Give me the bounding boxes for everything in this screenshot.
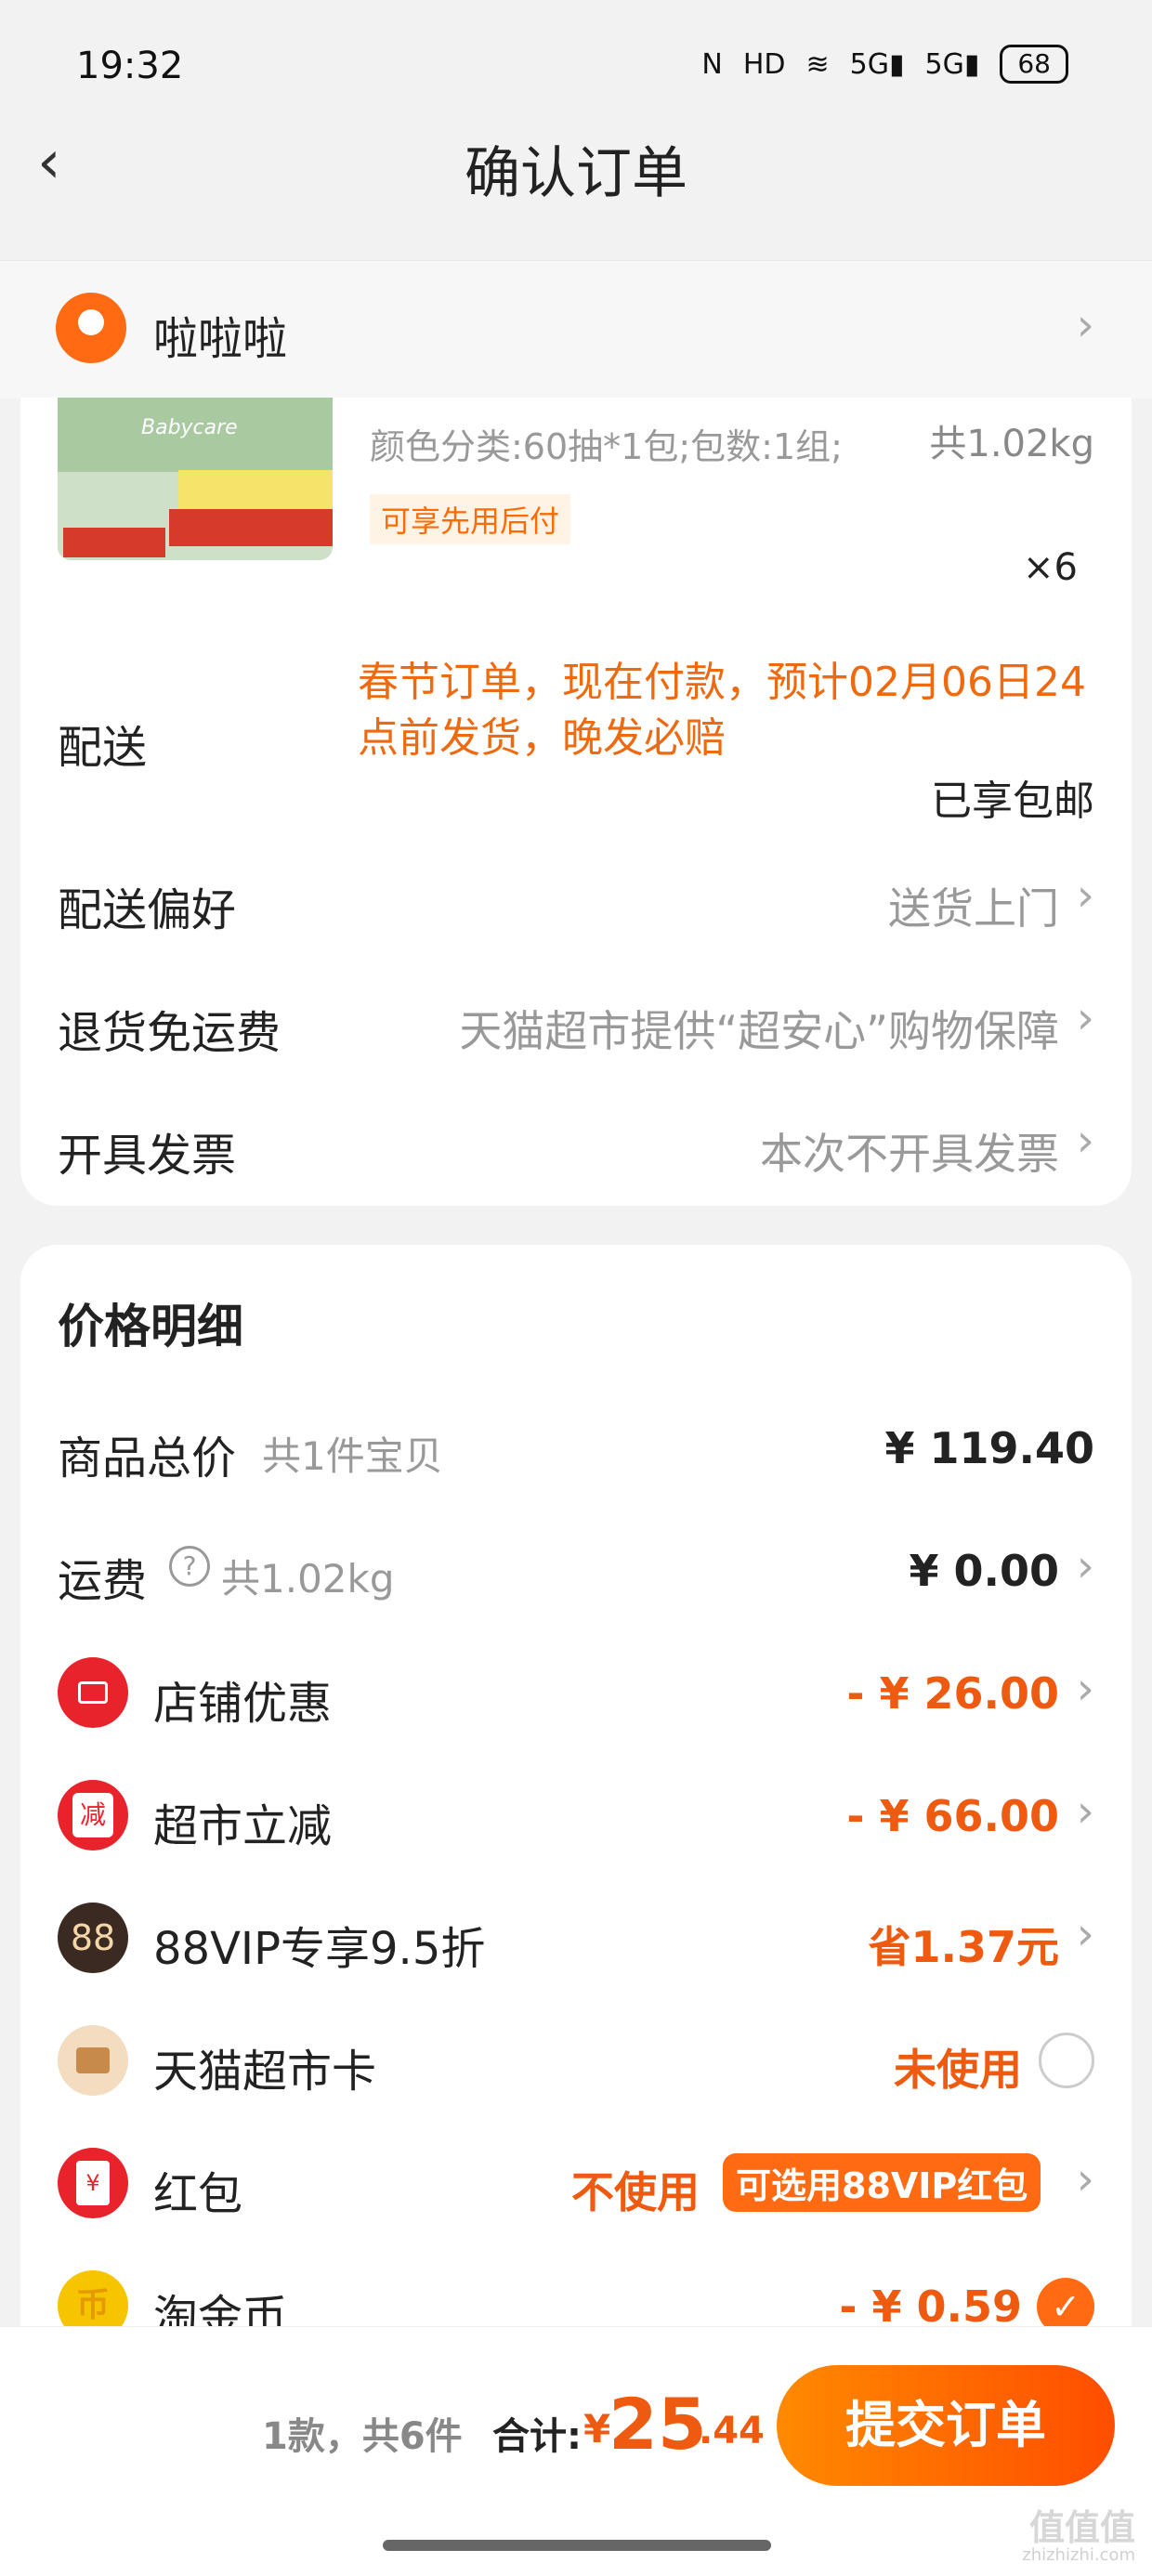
product-spec: 颜色分类:60抽*1包;包数:1组; (370, 426, 843, 467)
red-packet-label: 红包 (153, 2168, 243, 2220)
red-packet-icon: ¥ (58, 2148, 128, 2218)
currency-symbol: ¥ (583, 2406, 611, 2452)
price-detail-title: 价格明细 (58, 1300, 243, 1353)
total-amount-integer: 25 (609, 2383, 707, 2465)
product-weight: 共1.02kg (929, 423, 1094, 465)
discount-icon: 减 (58, 1780, 128, 1850)
battery-icon: 68 (1000, 45, 1068, 84)
wifi-icon: ≋ (805, 47, 830, 81)
status-icons: N HD ≋ 5G▮ 5G▮ 68 (701, 45, 1068, 84)
hd-icon: HD (742, 47, 786, 81)
red-packet-value: 不使用 (571, 2167, 700, 2217)
5g-signal-icon: 5G▮ (849, 47, 905, 81)
home-indicator[interactable] (383, 2540, 771, 2551)
gift-card-icon (58, 2025, 128, 2096)
market-cut-value[interactable]: - ¥ 66.00 (846, 1791, 1059, 1841)
goods-count: 共1件宝贝 (262, 1433, 443, 1479)
market-card-radio[interactable] (1039, 2033, 1094, 2088)
product-quantity: ×6 (1023, 546, 1078, 589)
product-image[interactable]: Babycare (58, 398, 333, 560)
shipping-weight: 共1.02kg (221, 1556, 395, 1602)
back-button[interactable]: ‹ (37, 130, 84, 195)
watermark-url: zhizhizhi.com (1022, 2545, 1135, 2565)
delivery-note: 春节订单，现在付款，预计02月06日24点前发货，晚发必赔 (358, 659, 1086, 762)
return-shipping-value[interactable]: 天猫超市提供“超安心”购物保障 (459, 998, 1059, 1059)
watermark-logo: 值值值 (1028, 2507, 1135, 2548)
vip-88-icon: 88 (58, 1903, 128, 1973)
total-amount-decimal: .44 (699, 2410, 765, 2452)
chevron-right-icon: › (1076, 1785, 1094, 1837)
submit-order-button[interactable]: 提交订单 (777, 2365, 1115, 2486)
goods-total-value: ¥ 119.40 (884, 1423, 1094, 1473)
chevron-right-icon: › (1076, 1115, 1094, 1167)
location-pin-icon (56, 293, 126, 363)
shipping-fee-label: 运费 (58, 1555, 148, 1607)
invoice-value[interactable]: 本次不开具发票 (760, 1120, 1059, 1182)
chevron-right-icon: › (1076, 1908, 1094, 1960)
chevron-right-icon: › (1076, 1540, 1094, 1592)
chevron-right-icon: › (1076, 992, 1094, 1044)
shipping-fee-value: ¥ 0.00 (909, 1546, 1059, 1596)
market-card-value: 未使用 (894, 2045, 1022, 2095)
invoice-label: 开具发票 (58, 1130, 237, 1182)
market-card-label: 天猫超市卡 (153, 2046, 377, 2098)
shop-discount-value[interactable]: - ¥ 26.00 (846, 1668, 1059, 1719)
nfc-icon: N (701, 47, 723, 81)
product-brand: Babycare (141, 416, 238, 439)
free-shipping-text: 已享包邮 (931, 778, 1094, 825)
item-count: 1款，共6件 (262, 2415, 463, 2458)
return-shipping-label: 退货免运费 (58, 1007, 281, 1059)
coins-value: - ¥ 0.59 (839, 2282, 1022, 2332)
delivery-pref-value[interactable]: 送货上门 (888, 875, 1059, 936)
page-title: 确认订单 (465, 141, 687, 206)
market-cut-label: 超市立减 (153, 1800, 333, 1852)
5g-signal-icon: 5G▮ (924, 47, 980, 81)
vip-discount-value[interactable]: 省1.37元 (869, 1914, 1060, 1975)
vip-discount-label: 88VIP专享9.5折 (153, 1923, 486, 1975)
chevron-right-icon: › (1076, 2153, 1094, 2205)
chevron-right-icon: › (1076, 1663, 1094, 1715)
delivery-pref-label: 配送偏好 (58, 884, 237, 936)
help-icon[interactable]: ? (169, 1546, 210, 1587)
goods-total-label: 商品总价 (58, 1432, 237, 1484)
coupon-icon (58, 1657, 128, 1728)
vip-red-packet-badge[interactable]: 可选用88VIP红包 (723, 2153, 1041, 2212)
status-time: 19:32 (76, 45, 184, 87)
chevron-right-icon: › (1076, 299, 1094, 351)
address-name: 啦啦啦 (153, 313, 288, 365)
chevron-right-icon: › (1076, 870, 1094, 922)
delivery-label: 配送 (58, 722, 148, 774)
bnpl-badge: 可享先用后付 (370, 494, 571, 544)
total-label: 合计: (492, 2415, 582, 2458)
shop-discount-label: 店铺优惠 (153, 1678, 333, 1730)
